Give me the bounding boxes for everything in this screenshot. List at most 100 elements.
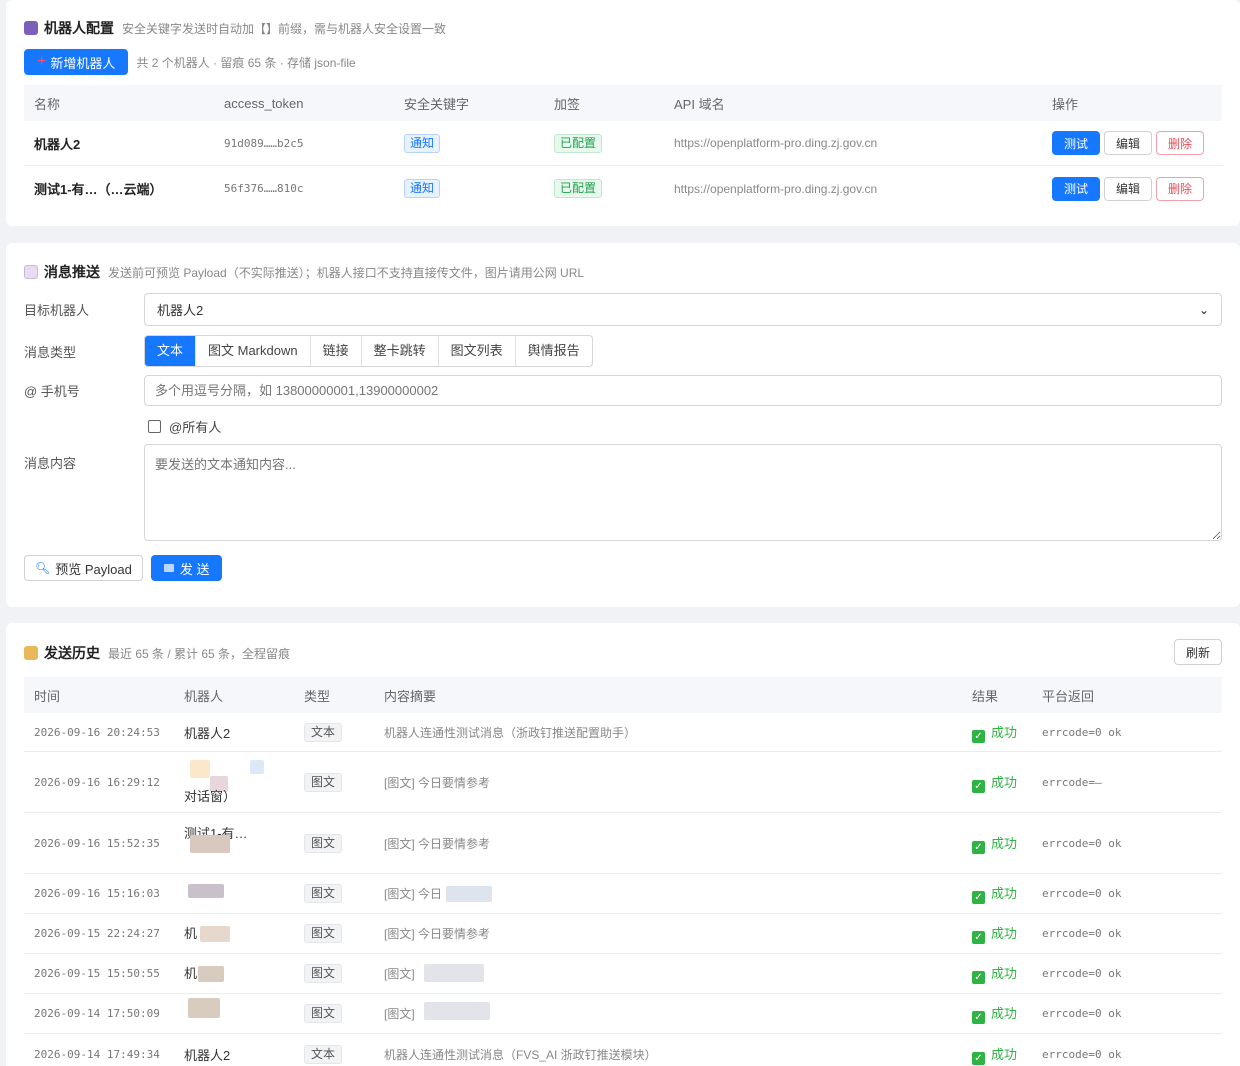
row-time: 2026-09-16 20:24:53: [34, 725, 160, 739]
row-bot: 机器人2: [184, 725, 231, 741]
row-return: errcode=—: [1042, 775, 1102, 789]
history-table: 时间 机器人 类型 内容摘要 结果 平台返回 2026-09-16 20:24:…: [24, 677, 1222, 1066]
col-keyword: 安全关键字: [404, 96, 470, 112]
row-result: 成功: [991, 966, 1018, 981]
row-summary: [图文]: [384, 966, 415, 981]
bot-config-subtitle: 安全关键字发送时自动加【】前缀，需与机器人安全设置一致: [122, 21, 447, 36]
bot-token: 56f376……810c: [224, 182, 304, 195]
bot-api: https://openplatform-pro.ding.zj.gov.cn: [674, 181, 878, 196]
table-row: 2026-09-15 15:50:55 机 图文 [图文] ✓ 成功 errcod…: [24, 954, 1222, 994]
add-bot-button[interactable]: + 新增机器人: [24, 49, 129, 75]
plus-icon: +: [37, 53, 47, 70]
type-tag: 图文: [304, 833, 343, 853]
edit-button[interactable]: 编辑: [1104, 176, 1152, 201]
push-title: 消息推送: [44, 264, 100, 280]
check-icon: ✓: [972, 891, 985, 904]
redacted-block: [250, 759, 264, 774]
check-icon: ✓: [972, 729, 985, 743]
col-api: API 域名: [674, 96, 725, 112]
target-label: 目标机器人: [24, 303, 90, 318]
delete-button[interactable]: 删除: [1156, 176, 1204, 201]
tab-markdown[interactable]: 图文 Markdown: [196, 336, 311, 366]
bot-config-card: 机器人配置 安全关键字发送时自动加【】前缀，需与机器人安全设置一致 + 新增机器…: [6, 0, 1240, 226]
col-token: access_token: [224, 95, 304, 111]
col-return: 平台返回: [1042, 688, 1095, 704]
row-summary: [图文]: [384, 1006, 415, 1021]
row-result: 成功: [991, 926, 1018, 941]
col-actions: 操作: [1052, 96, 1079, 112]
history-table-header: 时间 机器人 类型 内容摘要 结果 平台返回: [24, 677, 1222, 713]
tab-text[interactable]: 文本: [145, 336, 197, 366]
check-icon: ✓: [972, 1051, 985, 1065]
type-tag: 图文: [304, 772, 343, 792]
edit-button[interactable]: 编辑: [1104, 131, 1152, 155]
redacted-block: [446, 885, 492, 902]
history-title: 发送历史: [44, 645, 100, 661]
row-return: errcode=0 ok: [1042, 1047, 1122, 1061]
phone-input[interactable]: [144, 375, 1222, 406]
test-button[interactable]: 测试: [1052, 176, 1100, 201]
table-row: 2026-09-16 20:24:53 机器人2 文本 机器人连通性测试消息（浙…: [24, 713, 1222, 752]
col-type: 类型: [304, 688, 331, 704]
col-result: 结果: [972, 688, 999, 704]
robot-icon: [24, 21, 38, 35]
tab-action-card[interactable]: 整卡跳转: [362, 336, 439, 366]
table-row: 2026-09-16 16:29:12 对话窗） 图文 [图文] 今日要情参考 …: [24, 752, 1222, 813]
delete-button[interactable]: 删除: [1156, 131, 1204, 155]
bot-table: 名称 access_token 安全关键字 加签 API 域名 操作 机器人2 …: [24, 85, 1222, 211]
check-icon: ✓: [972, 931, 985, 944]
type-tag: 图文: [304, 884, 343, 903]
send-button[interactable]: 发 送: [150, 555, 223, 581]
at-all-checkbox[interactable]: [148, 420, 161, 433]
redacted-block: [190, 834, 230, 853]
row-result: 成功: [991, 835, 1018, 851]
push-subtitle: 发送前可预览 Payload（不实际推送）；机器人接口不支持直接传文件，图片请用…: [108, 265, 585, 280]
col-summary: 内容摘要: [384, 688, 437, 704]
row-return: errcode=0 ok: [1042, 1007, 1122, 1020]
scroll-icon: [24, 646, 38, 660]
table-row: 测试1-有…（…云端） 56f376……810c 通知 已配置 https://…: [24, 166, 1222, 211]
preview-label: 预览 Payload: [55, 561, 132, 577]
row-summary: [图文] 今日要情参考: [384, 836, 491, 851]
add-bot-label: 新增机器人: [50, 55, 116, 71]
row-time: 2026-09-16 15:52:35: [34, 836, 160, 850]
tab-feed-card[interactable]: 图文列表: [439, 336, 516, 366]
tab-link[interactable]: 链接: [311, 336, 362, 366]
col-time: 时间: [34, 688, 61, 704]
col-sign: 加签: [554, 96, 581, 112]
check-icon: ✓: [972, 779, 985, 793]
phone-label: @ 手机号: [24, 384, 80, 399]
target-bot-select[interactable]: 机器人2 ⌄: [144, 293, 1222, 326]
row-return: errcode=0 ok: [1042, 927, 1122, 940]
type-tag: 文本: [304, 1044, 343, 1064]
row-summary: 机器人连通性测试消息（FVS_AI 浙政钉推送模块）: [384, 1047, 657, 1062]
send-label: 发 送: [179, 561, 210, 577]
row-return: errcode=0 ok: [1042, 887, 1122, 900]
row-summary: 机器人连通性测试消息（浙政钉推送配置助手）: [384, 725, 637, 740]
row-result: 成功: [991, 724, 1018, 740]
check-icon: ✓: [972, 840, 985, 854]
col-name: 名称: [34, 96, 61, 112]
row-time: 2026-09-14 17:50:09: [34, 1007, 160, 1020]
bot-config-header: 机器人配置 安全关键字发送时自动加【】前缀，需与机器人安全设置一致: [24, 18, 446, 38]
preview-payload-button[interactable]: 🔍︎ 预览 Payload: [24, 555, 143, 581]
redacted-block: [198, 965, 224, 982]
type-label: 消息类型: [24, 344, 77, 360]
refresh-button[interactable]: 刷新: [1174, 639, 1222, 665]
content-textarea[interactable]: [144, 444, 1222, 541]
row-return: errcode=0 ok: [1042, 725, 1122, 739]
history-header: 发送历史 最近 65 条 / 累计 65 条，全程留痕: [24, 643, 290, 663]
table-row: 2026-09-14 17:49:34 机器人2 文本 机器人连通性测试消息（F…: [24, 1034, 1222, 1066]
history-card: 发送历史 最近 65 条 / 累计 65 条，全程留痕 刷新 时间 机器人 类型…: [6, 623, 1240, 1066]
row-summary: [图文] 今日要情参考: [384, 775, 491, 790]
bot-config-title: 机器人配置: [44, 20, 114, 36]
bot-name: 测试1-有…（…云端）: [34, 182, 163, 197]
message-type-tabs: 文本 图文 Markdown 链接 整卡跳转 图文列表 舆情报告: [144, 335, 593, 367]
redacted-block: [188, 997, 220, 1018]
row-bot: 机器人2: [184, 1047, 231, 1063]
tab-report[interactable]: 舆情报告: [516, 336, 592, 366]
row-time: 2026-09-14 17:49:34: [34, 1047, 160, 1061]
row-time: 2026-09-16 15:16:03: [34, 887, 160, 900]
envelope-icon: [24, 265, 38, 279]
test-button[interactable]: 测试: [1052, 131, 1100, 155]
